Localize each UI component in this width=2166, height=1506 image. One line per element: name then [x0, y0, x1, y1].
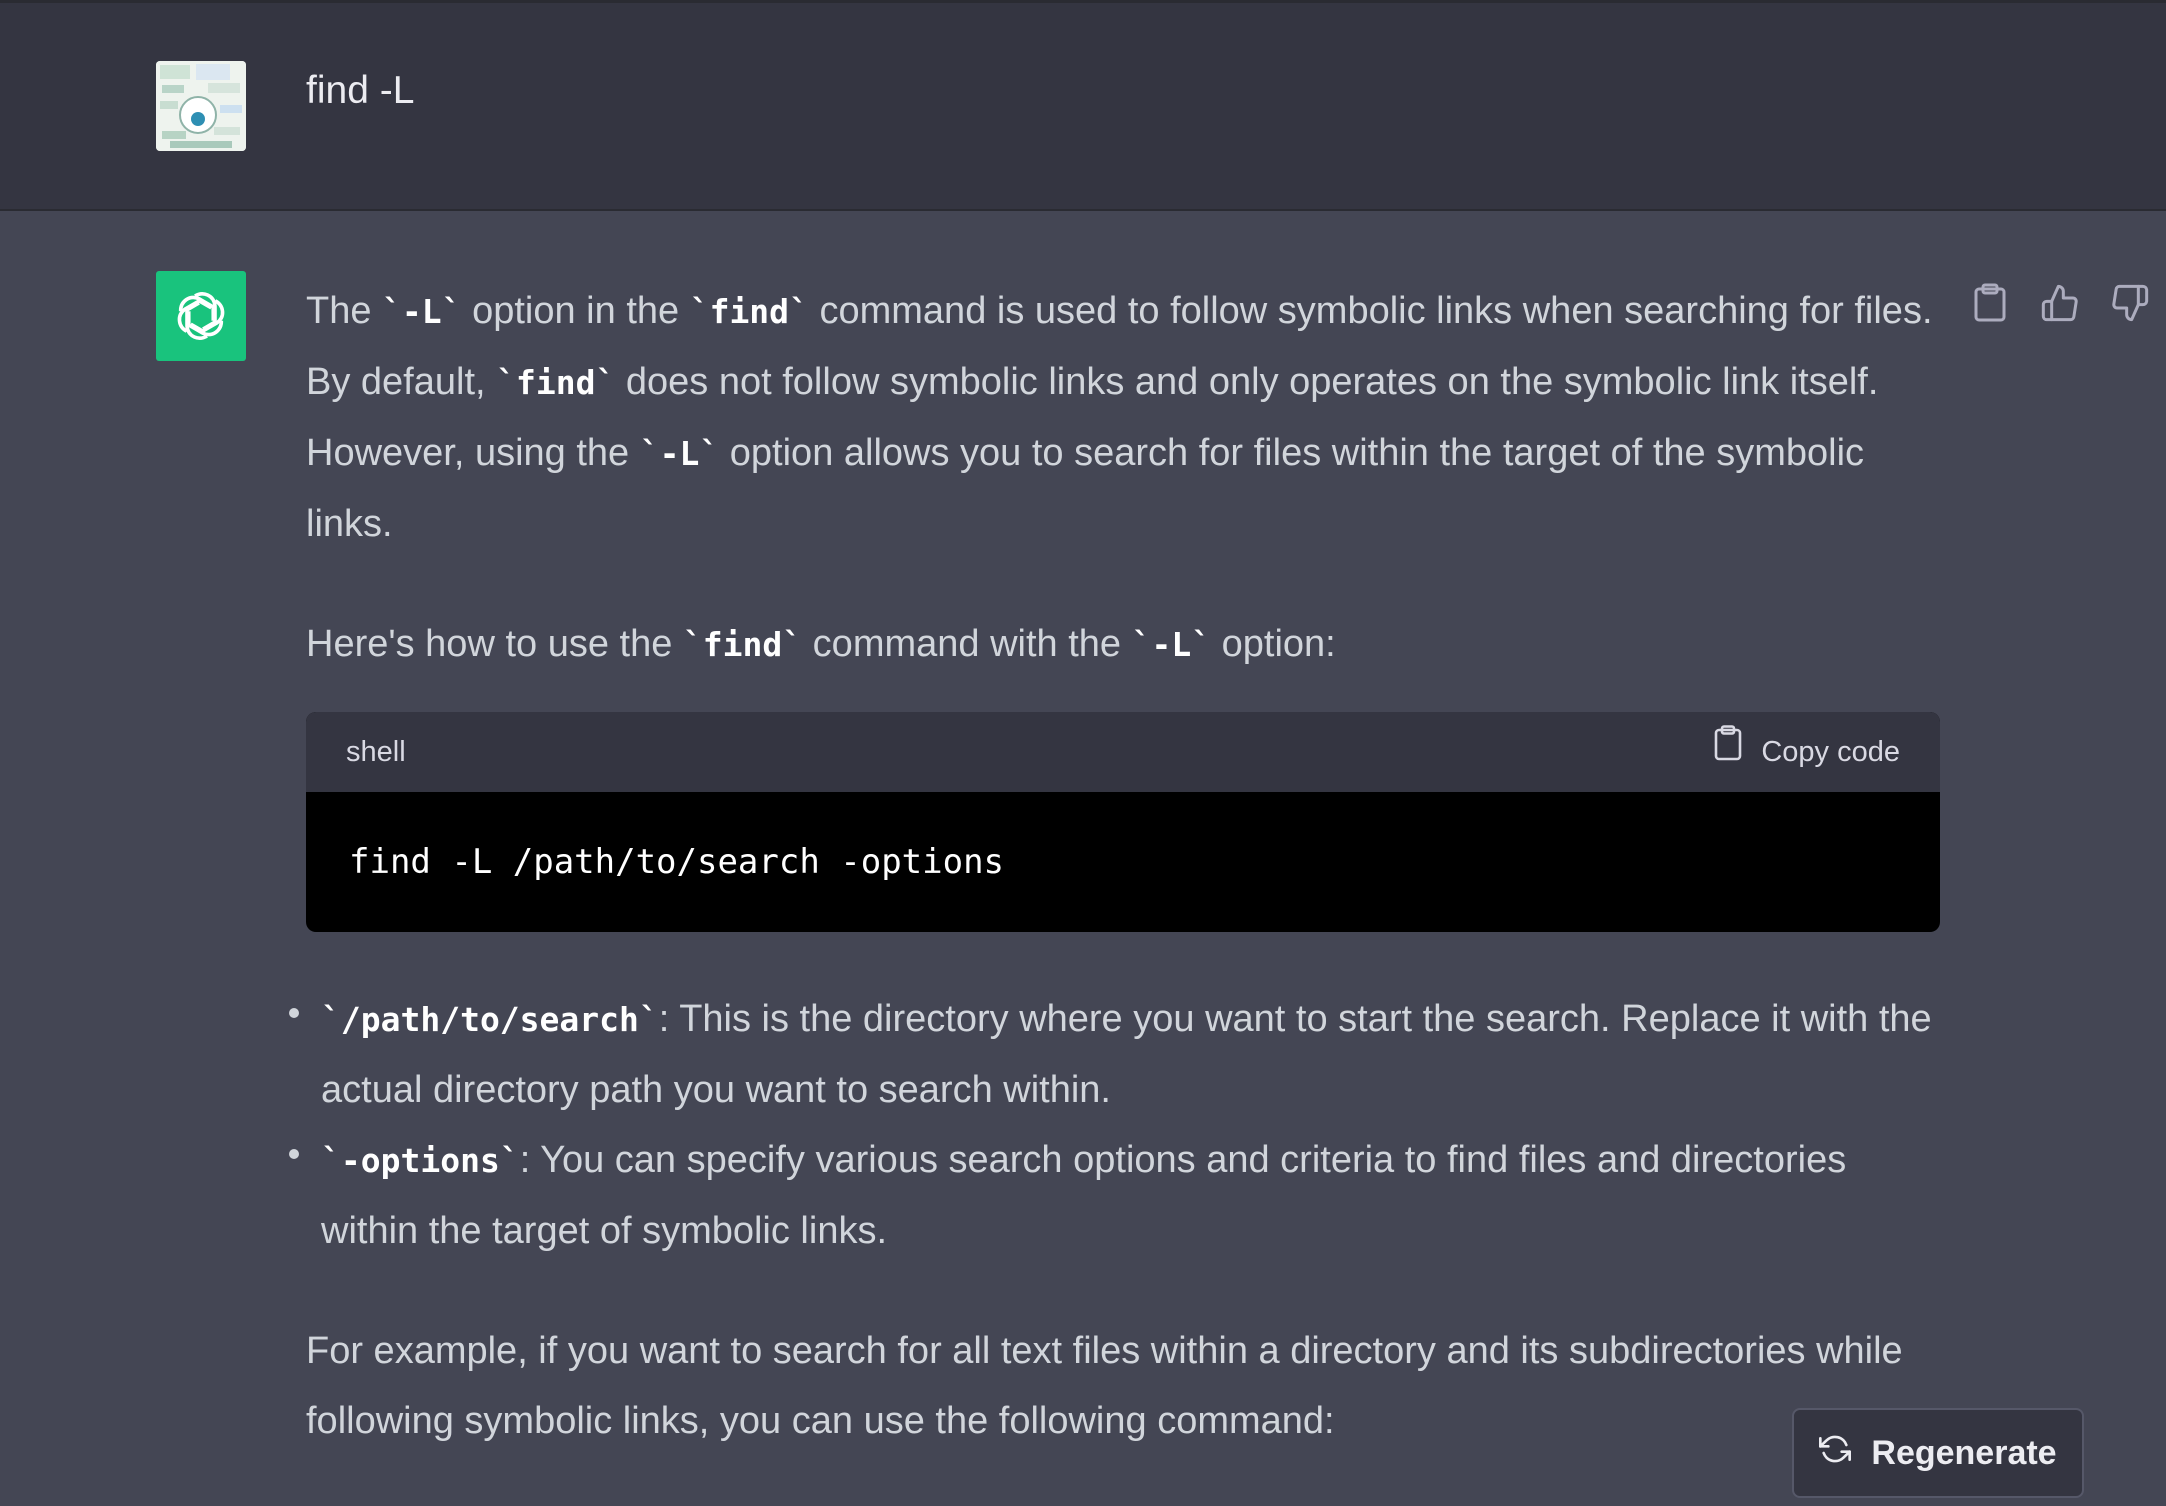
text-span: : You can specify various search options… — [321, 1139, 1847, 1252]
inline-code: `-L` — [639, 434, 720, 473]
inline-code: `find` — [689, 292, 809, 331]
clipboard-icon — [1713, 712, 1743, 792]
copy-code-button[interactable]: Copy code — [1713, 712, 1900, 792]
inline-code: `-L` — [1131, 625, 1212, 664]
regenerate-button[interactable]: Regenerate — [1792, 1408, 2084, 1498]
refresh-icon — [1819, 1433, 1852, 1474]
assistant-message-content: The `-L` option in the `find` command is… — [289, 276, 1940, 1456]
code-language-label: shell — [346, 736, 406, 768]
intro-paragraph: The `-L` option in the `find` command is… — [306, 276, 1940, 559]
thumbs-down-icon[interactable] — [2106, 279, 2154, 327]
text-span: Here's how to use the — [306, 623, 683, 665]
regenerate-label: Regenerate — [1871, 1433, 2057, 1472]
inline-code: `find` — [682, 625, 803, 664]
copy-code-label: Copy code — [1761, 736, 1900, 768]
inline-code: `find` — [496, 363, 616, 402]
message-actions — [1966, 279, 2154, 327]
inline-code: `/path/to/search` — [321, 1000, 659, 1039]
text-span: command with the — [802, 623, 1132, 665]
code-content: find -L /path/to/search -options — [349, 842, 1005, 882]
user-message-row: find -L — [0, 0, 2166, 211]
code-block: shell Copy code find -L /path/to/search … — [306, 712, 1940, 932]
options-list: `/path/to/search`: This is the directory… — [289, 984, 1940, 1266]
inline-code: `-L` — [382, 292, 462, 331]
code-block-header: shell Copy code — [306, 712, 1940, 792]
user-avatar — [156, 61, 246, 151]
clipboard-icon[interactable] — [1966, 279, 2014, 327]
text-span: option: — [1211, 623, 1336, 665]
text-span: The — [306, 290, 383, 332]
inline-code: `-options` — [321, 1141, 520, 1180]
assistant-message-row: The `-L` option in the `find` command is… — [0, 211, 2166, 1506]
thumbs-up-icon[interactable] — [2036, 279, 2084, 327]
list-item: `-options`: You can specify various sear… — [289, 1125, 1940, 1266]
text-span: option in the — [461, 290, 690, 332]
user-message-text: find -L — [306, 69, 415, 112]
example-paragraph: For example, if you want to search for a… — [306, 1330, 1903, 1442]
openai-logo-icon — [156, 271, 246, 361]
list-item: `/path/to/search`: This is the directory… — [289, 984, 1940, 1125]
usage-paragraph: Here's how to use the `find` command wit… — [306, 609, 1940, 680]
